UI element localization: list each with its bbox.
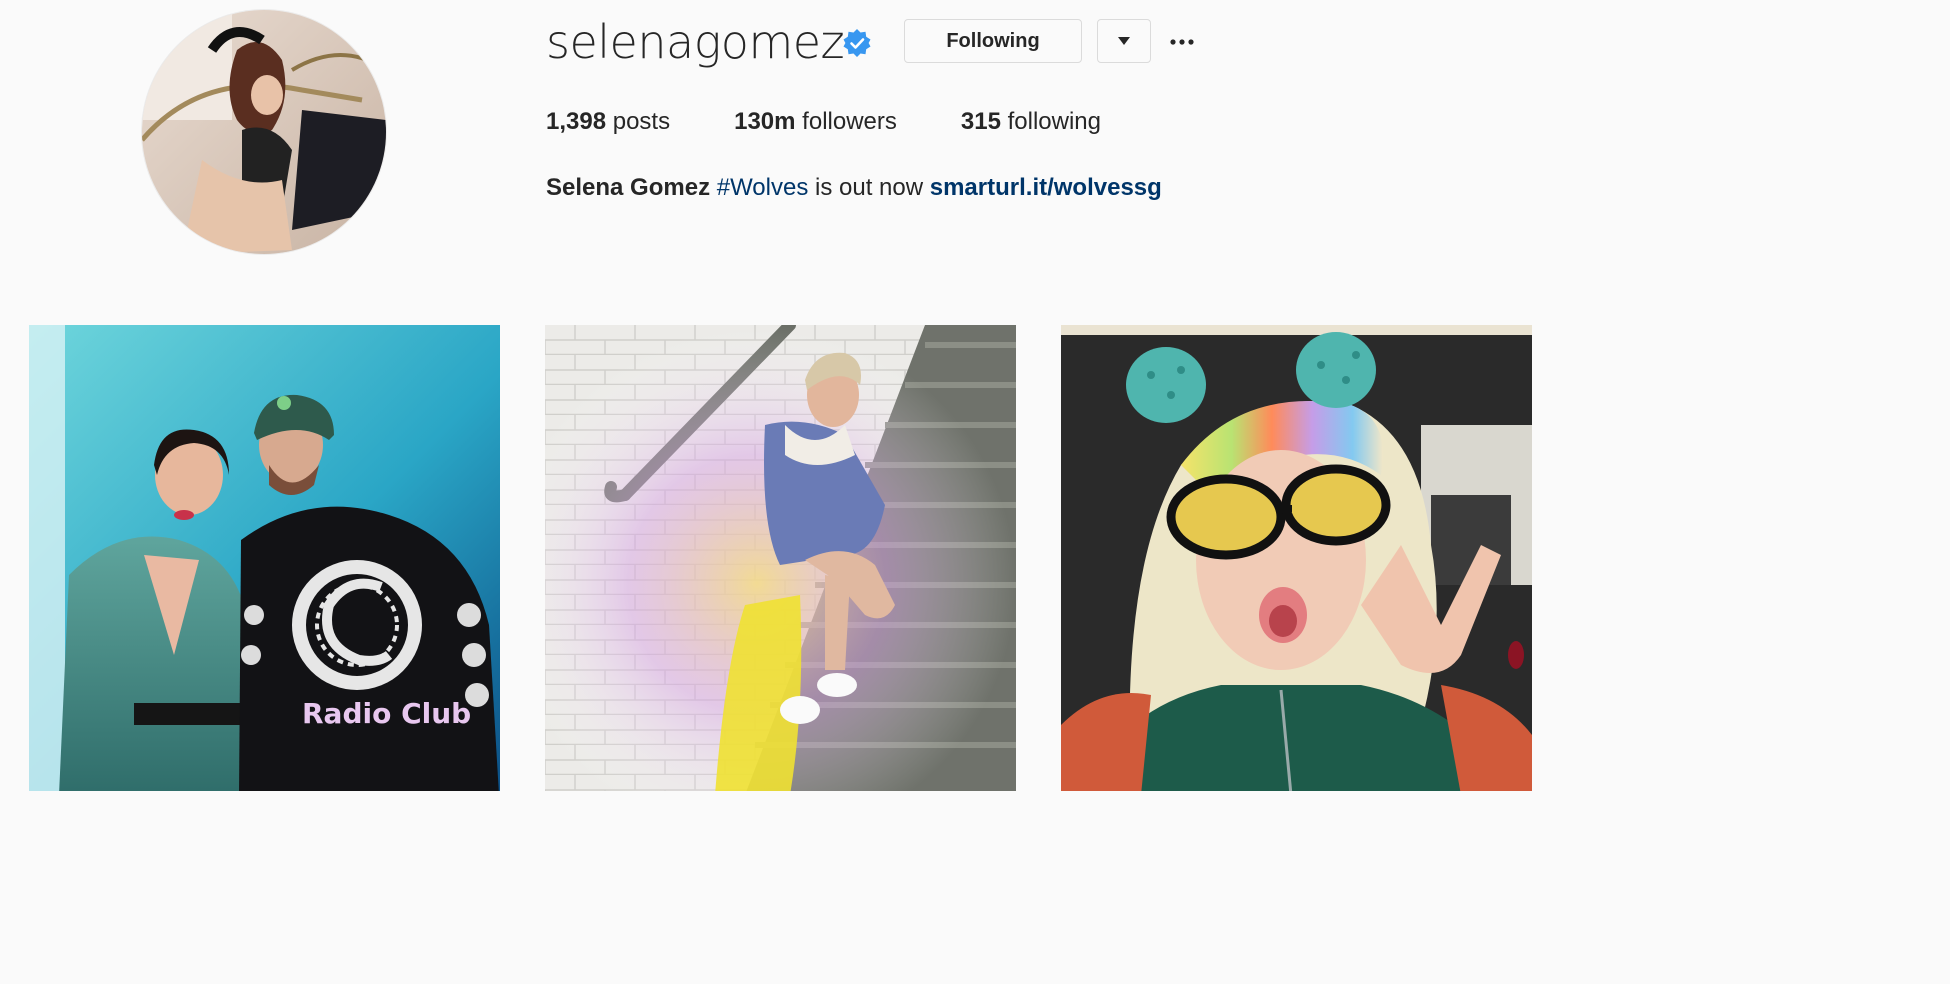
avatar-photo (142, 10, 386, 254)
profile-page: selenagomez Following 1,398 posts 130m f… (0, 0, 1568, 791)
post-tile[interactable]: Radio Club (29, 325, 500, 791)
caret-down-icon (1118, 37, 1130, 45)
post-image: Radio Club (29, 325, 500, 791)
bio-hashtag-link[interactable]: #Wolves (717, 174, 809, 201)
more-options-icon (1170, 39, 1194, 45)
profile-username: selenagomez (546, 15, 845, 69)
posts-count: 1,398 (546, 108, 607, 135)
following-label: following (1007, 108, 1101, 135)
post-tile[interactable] (1061, 325, 1532, 791)
post-tile[interactable] (545, 325, 1016, 791)
radio-club-print: Radio Club (302, 697, 471, 730)
followers-label: followers (802, 108, 897, 135)
bio-external-link[interactable]: smarturl.it/wolvessg (930, 174, 1162, 201)
following-button[interactable]: Following (904, 19, 1082, 63)
post-image (1061, 325, 1532, 791)
profile-bio: Selena Gomez #Wolves is out now smarturl… (546, 171, 1162, 205)
bio-text: is out now (815, 174, 924, 201)
verified-badge-icon (843, 29, 871, 57)
more-options-button[interactable] (1166, 26, 1198, 58)
post-image (545, 325, 1016, 791)
following-stat[interactable]: 315 following (961, 104, 1101, 140)
profile-avatar[interactable] (142, 10, 386, 254)
posts-stat: 1,398 posts (546, 104, 670, 140)
following-count: 315 (960, 108, 1001, 135)
profile-stats: 1,398 posts 130m followers 315 following (546, 104, 1165, 140)
followers-count: 130m (734, 108, 796, 135)
suggestions-dropdown-button[interactable] (1097, 19, 1151, 63)
followers-stat[interactable]: 130m followers (734, 104, 897, 140)
posts-label: posts (612, 108, 671, 135)
bio-full-name: Selena Gomez (546, 174, 711, 201)
